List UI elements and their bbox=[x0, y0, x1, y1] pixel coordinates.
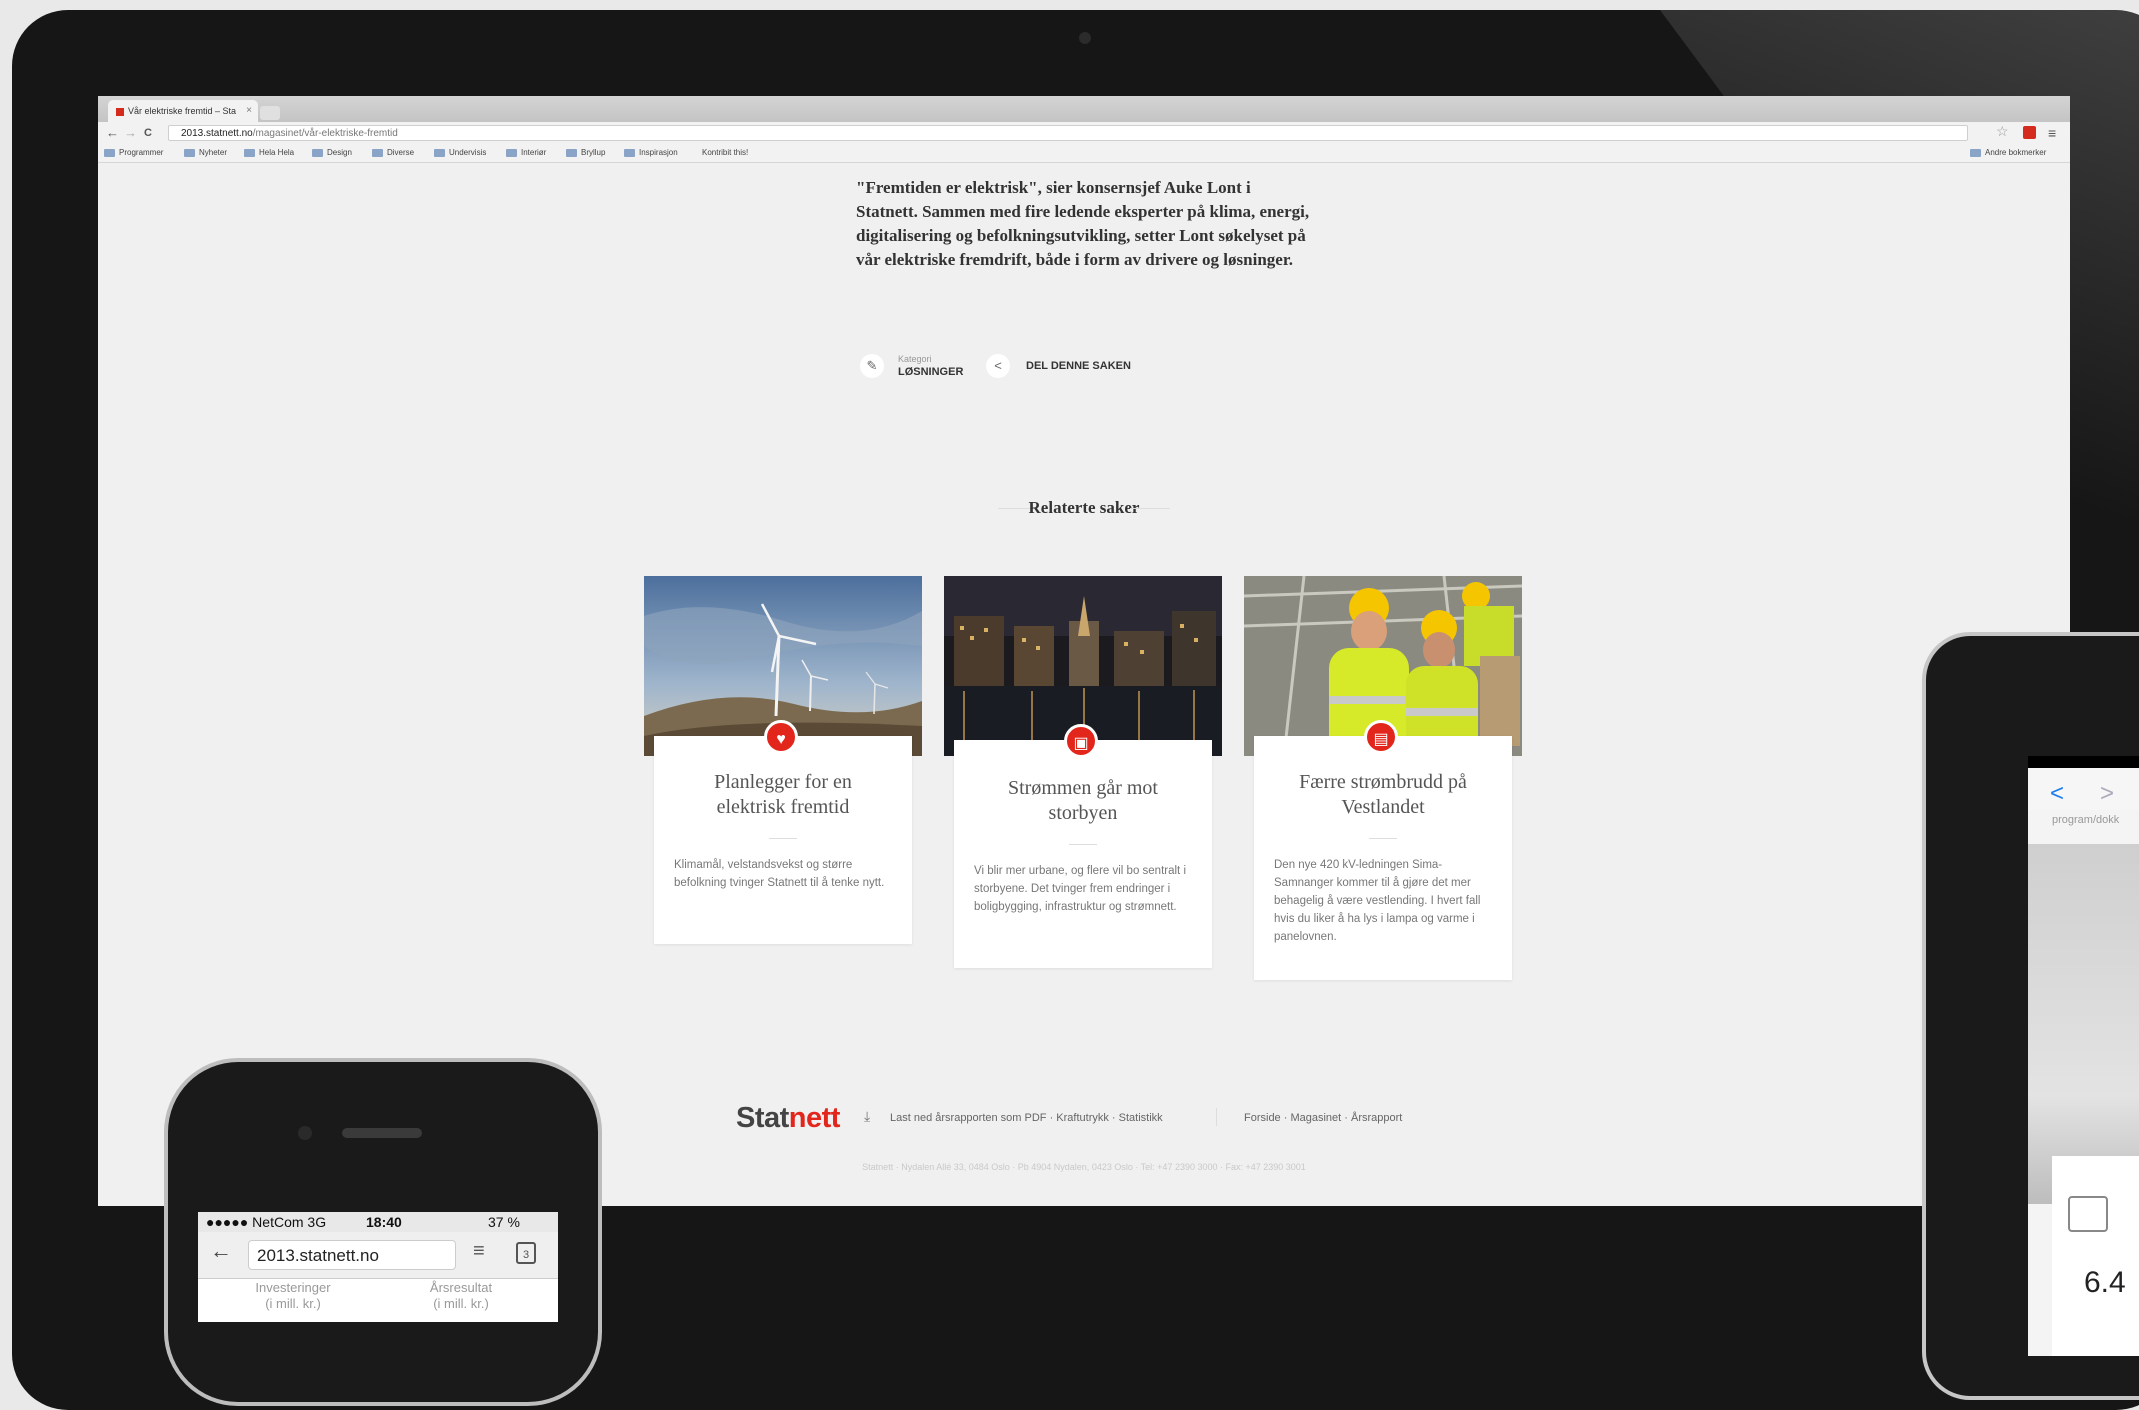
apps-icon bbox=[104, 148, 115, 157]
card-text: Den nye 420 kV-ledningen Sima-Samnanger … bbox=[1274, 859, 1481, 943]
chart-icon: ▣ bbox=[1064, 724, 1098, 758]
new-tab-button[interactable] bbox=[260, 106, 280, 120]
iphone-camera bbox=[298, 1126, 312, 1140]
share-icon[interactable]: < bbox=[986, 354, 1010, 378]
clock: 18:40 bbox=[366, 1214, 402, 1230]
share-button[interactable]: DEL DENNE SAKEN bbox=[1026, 360, 1131, 372]
ipad-hero-image bbox=[2028, 844, 2139, 1204]
folder-icon bbox=[372, 148, 383, 157]
ipad-url[interactable]: program/dokk bbox=[2028, 814, 2139, 826]
ipad-card bbox=[2052, 1156, 2139, 1356]
tab-close-icon[interactable]: × bbox=[246, 100, 252, 122]
folder-icon bbox=[312, 148, 323, 157]
result-label: Årsresultat (i mill. kr.) bbox=[429, 1280, 493, 1311]
favicon-icon bbox=[116, 107, 124, 116]
bookmark-undervisis[interactable]: Undervisis bbox=[434, 144, 486, 162]
folder-icon bbox=[184, 148, 195, 157]
related-card-1[interactable]: Planlegger for en elektrisk fremtid Klim… bbox=[654, 736, 912, 944]
imac-screen: Vår elektriske fremtid – Sta × ← → C 201… bbox=[98, 96, 2070, 1206]
extension-icon[interactable] bbox=[2023, 126, 2036, 139]
footer-links-left[interactable]: Last ned årsrapporten som PDF · Kraftutr… bbox=[890, 1112, 1163, 1124]
browser-tabbar: Vår elektriske fremtid – Sta × bbox=[98, 96, 2070, 122]
battery: 37 % bbox=[488, 1214, 520, 1230]
bookmark-bryllup[interactable]: Bryllup bbox=[566, 144, 605, 162]
back-arrow-icon[interactable]: ← bbox=[210, 1238, 232, 1264]
ipad-chart-icon bbox=[2068, 1196, 2108, 1232]
iphone-screen: ●●●●● NetCom 3G 18:40 37 % ← 2013.statne… bbox=[198, 1212, 558, 1322]
bookmark-other[interactable]: Andre bokmerker bbox=[1970, 144, 2046, 162]
folder-icon bbox=[506, 148, 517, 157]
card-title[interactable]: Strømmen går mot storbyen bbox=[954, 776, 1212, 826]
category-label: Kategori bbox=[898, 354, 932, 364]
category-link[interactable]: LØSNINGER bbox=[898, 366, 963, 378]
ipad-back-icon[interactable]: < bbox=[2050, 780, 2064, 808]
related-card-2[interactable]: Strømmen går mot storbyen Vi blir mer ur… bbox=[954, 740, 1212, 968]
back-button[interactable]: ← bbox=[106, 122, 119, 144]
address-bar[interactable]: 2013.statnett.no/magasinet/vår-elektrisk… bbox=[168, 125, 1968, 141]
card-text: Klimamål, velstandsvekst og større befol… bbox=[674, 859, 885, 889]
bookmark-inspirasjon[interactable]: Inspirasjon bbox=[624, 144, 678, 162]
folder-icon bbox=[1970, 148, 1981, 157]
ipad-screen: < > program/dokk 6.4 bbox=[2028, 756, 2139, 1356]
folder-icon bbox=[244, 148, 255, 157]
reload-button[interactable]: C bbox=[144, 122, 152, 144]
iphone-speaker bbox=[342, 1128, 422, 1138]
bookmark-programmer[interactable]: Programmer bbox=[104, 144, 163, 162]
iphone-address[interactable]: 2013.statnett.no bbox=[248, 1240, 456, 1270]
menu-icon[interactable]: ≡ bbox=[473, 1240, 485, 1263]
statnett-logo[interactable]: Statnett bbox=[736, 1102, 840, 1135]
briefcase-icon: ▤ bbox=[1364, 720, 1398, 754]
ipad-toolbar: < > bbox=[2028, 768, 2139, 810]
related-card-3[interactable]: Færre strømbrudd på Vestlandet Den nye 4… bbox=[1254, 736, 1512, 980]
card-divider bbox=[769, 838, 797, 839]
divider bbox=[1130, 508, 1170, 509]
article-intro: "Fremtiden er elektrisk", sier konsernsj… bbox=[856, 178, 1310, 269]
tag-icon: ✎ bbox=[860, 354, 884, 378]
ipad-status-bar bbox=[2028, 756, 2139, 768]
investments-label: Investeringer (i mill. kr.) bbox=[255, 1280, 331, 1311]
card-text: Vi blir mer urbane, og flere vil bo sent… bbox=[974, 865, 1186, 913]
card-divider bbox=[1369, 838, 1397, 839]
footer-divider bbox=[1216, 1108, 1217, 1126]
folder-icon bbox=[566, 148, 577, 157]
folder-icon bbox=[624, 148, 635, 157]
heart-hand-icon: ♥ bbox=[764, 720, 798, 754]
bookmark-hela-hela[interactable]: Hela Hela bbox=[244, 144, 294, 162]
ipad-forward-icon[interactable]: > bbox=[2100, 780, 2114, 808]
url-path: /magasinet/vår-elektriske-fremtid bbox=[252, 128, 398, 139]
bookmark-design[interactable]: Design bbox=[312, 144, 352, 162]
related-title: Relaterte saker bbox=[1028, 498, 1140, 517]
bookmark-diverse[interactable]: Diverse bbox=[372, 144, 414, 162]
ipad-number: 6.4 bbox=[2084, 1266, 2126, 1299]
footer-links-right[interactable]: Forside · Magasinet · Årsrapport bbox=[1244, 1112, 1402, 1124]
card-title[interactable]: Planlegger for en elektrisk fremtid bbox=[654, 770, 912, 820]
browser-tab[interactable]: Vår elektriske fremtid – Sta × bbox=[108, 100, 258, 122]
bookmarks-bar: Programmer Nyheter Hela Hela Design Dive… bbox=[98, 144, 2070, 163]
tab-title: Vår elektriske fremtid – Sta bbox=[128, 106, 237, 116]
download-icon[interactable]: ⤓ bbox=[864, 1108, 870, 1125]
browser-menu-icon[interactable]: ≡ bbox=[2048, 122, 2056, 144]
bookmark-star-icon[interactable]: ☆ bbox=[1996, 123, 2009, 140]
card-title[interactable]: Færre strømbrudd på Vestlandet bbox=[1254, 770, 1512, 820]
forward-button[interactable]: → bbox=[124, 122, 137, 144]
bookmark-interior[interactable]: Interiør bbox=[506, 144, 546, 162]
bookmark-nyheter[interactable]: Nyheter bbox=[184, 144, 227, 162]
url-domain: 2013.statnett.no bbox=[181, 128, 253, 139]
carrier: ●●●●● NetCom 3G bbox=[206, 1214, 327, 1230]
folder-icon bbox=[434, 148, 445, 157]
card-divider bbox=[1069, 844, 1097, 845]
iphone-status-bar: ●●●●● NetCom 3G 18:40 37 % bbox=[198, 1212, 558, 1232]
tabs-icon[interactable]: 3 bbox=[516, 1242, 536, 1264]
bookmark-kontribit[interactable]: Kontribit this! bbox=[702, 144, 748, 162]
imac-camera bbox=[1079, 32, 1091, 44]
